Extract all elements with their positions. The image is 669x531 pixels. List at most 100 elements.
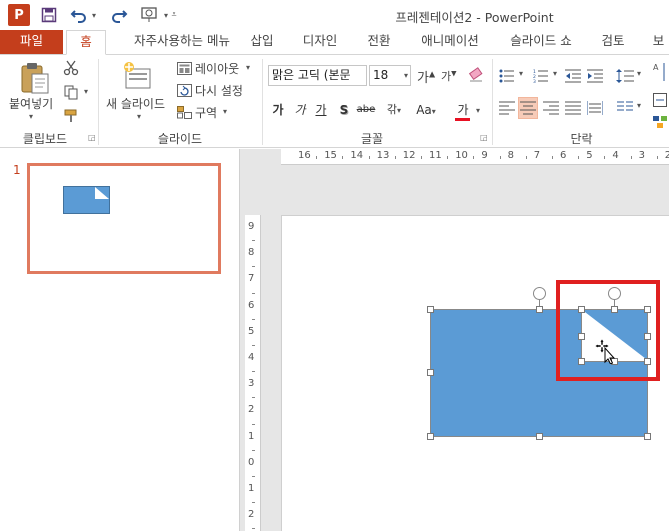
strikethrough-button[interactable]: abe [355, 99, 377, 121]
ruler-number: 1 [248, 483, 255, 494]
tab-favorites[interactable]: 자주사용하는 메뉴 [112, 30, 252, 54]
thumbnail-rectangle-shape [63, 186, 110, 214]
ruler-tick [604, 156, 606, 159]
ruler-tick [316, 156, 318, 159]
resize-handle[interactable] [578, 333, 585, 340]
new-slide-icon[interactable] [120, 59, 154, 93]
section-dropdown-icon[interactable]: ▾ [223, 107, 227, 116]
resize-handle[interactable] [644, 358, 651, 365]
tab-transitions[interactable]: 전환 [358, 30, 400, 54]
copy-dropdown-icon[interactable]: ▾ [84, 87, 88, 96]
font-size-value: 18 [373, 68, 389, 82]
tab-design[interactable]: 디자인 [293, 30, 347, 54]
slide-canvas[interactable] [281, 215, 669, 531]
cut-icon[interactable] [62, 59, 80, 77]
bullets-dropdown-icon[interactable]: ▾ [519, 69, 523, 78]
ruler-tick [394, 156, 396, 159]
resize-handle[interactable] [427, 433, 434, 440]
resize-handle[interactable] [536, 433, 543, 440]
font-color-dropdown-icon[interactable]: ▾ [476, 106, 480, 115]
rectangle-shape[interactable] [430, 309, 648, 437]
tab-review[interactable]: 검토 [592, 30, 634, 54]
ruler-number: 12 [402, 150, 416, 161]
align-right-icon[interactable] [541, 97, 561, 119]
tab-view[interactable]: 보 [648, 30, 669, 54]
paste-icon[interactable] [18, 61, 52, 95]
text-direction-icon[interactable]: A [651, 61, 669, 83]
format-painter-icon[interactable] [62, 107, 80, 125]
resize-handle[interactable] [578, 306, 585, 313]
new-slide-button[interactable]: 새 슬라이드 [106, 95, 165, 112]
align-left-icon[interactable] [497, 97, 517, 119]
grow-font-button[interactable]: 가▲ [417, 67, 435, 86]
distributed-icon[interactable] [585, 97, 605, 119]
layout-icon[interactable] [176, 61, 192, 75]
paste-dropdown-icon[interactable]: ▾ [29, 112, 33, 121]
paste-button[interactable]: 붙여넣기 [9, 95, 53, 112]
font-color-button[interactable]: 가 [452, 99, 474, 121]
line-spacing-dropdown-icon[interactable]: ▾ [637, 69, 641, 78]
ruler-tick [252, 266, 255, 268]
tab-home[interactable]: 홈 [66, 30, 106, 55]
font-color-swatch [455, 118, 470, 121]
underline-button[interactable]: 가 [313, 99, 329, 121]
reset-icon[interactable] [176, 83, 192, 97]
slide-thumbnail[interactable] [27, 163, 221, 274]
resize-handle[interactable] [644, 306, 651, 313]
bold-button[interactable]: 가 [270, 99, 286, 121]
decrease-indent-icon[interactable] [563, 65, 583, 87]
clear-formatting-icon[interactable] [466, 65, 486, 85]
ruler-tick [578, 156, 580, 159]
change-case-button[interactable]: Aa▾ [412, 99, 440, 121]
resize-handle[interactable] [536, 306, 543, 313]
resize-handle[interactable] [644, 433, 651, 440]
columns-icon[interactable] [615, 97, 635, 119]
character-spacing-button[interactable]: 갂▾ [381, 99, 407, 121]
numbering-icon[interactable]: 123 [531, 65, 551, 87]
tab-insert[interactable]: 삽입 [240, 30, 284, 54]
ruler-tick [499, 156, 501, 159]
resize-handle[interactable] [611, 306, 618, 313]
layout-dropdown-icon[interactable]: ▾ [246, 63, 250, 72]
tab-slideshow[interactable]: 슬라이드 쇼 [500, 30, 582, 54]
resize-handle[interactable] [644, 333, 651, 340]
numbering-dropdown-icon[interactable]: ▾ [553, 69, 557, 78]
clipboard-launcher-icon[interactable]: ◲ [88, 133, 96, 142]
line-spacing-icon[interactable] [615, 65, 635, 87]
font-family-select[interactable]: 맑은 고딕 (본문 [268, 65, 367, 86]
resize-handle[interactable] [578, 358, 585, 365]
reset-button[interactable]: 다시 설정 [195, 82, 243, 99]
resize-handle[interactable] [427, 306, 434, 313]
section-button[interactable]: 구역 [195, 104, 217, 121]
columns-dropdown-icon[interactable]: ▾ [637, 101, 641, 110]
resize-handle[interactable] [427, 369, 434, 376]
slide-thumbnail-pane[interactable]: 1 [0, 149, 240, 531]
align-center-icon[interactable] [518, 97, 538, 119]
justify-icon[interactable] [563, 97, 583, 119]
font-size-dropdown-icon[interactable]: ▾ [404, 66, 408, 85]
copy-icon[interactable] [62, 83, 80, 101]
tab-animations[interactable]: 애니메이션 [412, 30, 488, 54]
rectangle-rotate-handle-icon[interactable] [533, 287, 546, 300]
align-text-icon[interactable] [651, 89, 669, 111]
ruler-number: 11 [429, 150, 442, 161]
new-slide-dropdown-icon[interactable]: ▾ [137, 112, 141, 121]
text-shadow-button[interactable]: S [336, 99, 352, 121]
italic-button[interactable]: 가 [292, 99, 308, 121]
section-icon[interactable] [176, 105, 192, 119]
ruler-tick [252, 318, 255, 320]
triangle-rotate-handle-icon[interactable] [608, 287, 621, 300]
bullets-icon[interactable] [497, 65, 517, 87]
layout-button[interactable]: 레이아웃 [195, 60, 239, 77]
ruler-tick [252, 397, 255, 399]
increase-indent-icon[interactable] [585, 65, 605, 87]
font-launcher-icon[interactable]: ◲ [480, 133, 488, 142]
ruler-number: 3 [248, 378, 255, 390]
tab-file[interactable]: 파일 [0, 30, 63, 55]
ruler-tick [252, 344, 255, 346]
ruler-number: 6 [560, 150, 567, 161]
horizontal-ruler[interactable]: 16 15 14 13 12 11 10 9 8 7 6 5 4 3 2 [281, 149, 669, 165]
shrink-font-button[interactable]: 가▼ [441, 68, 457, 84]
font-size-select[interactable]: 18 ▾ [369, 65, 411, 86]
vertical-ruler[interactable]: 9 8 7 6 5 4 3 2 1 0 1 2 [245, 215, 261, 531]
